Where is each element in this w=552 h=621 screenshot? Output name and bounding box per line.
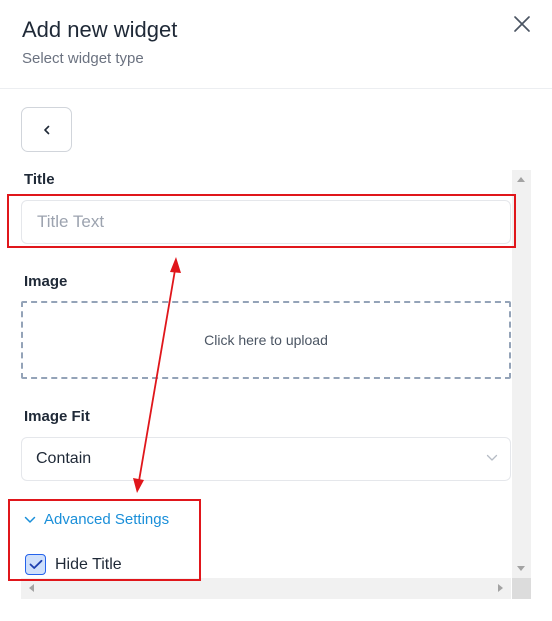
back-button[interactable] xyxy=(21,107,72,152)
scroll-left-arrow-icon[interactable] xyxy=(29,584,34,592)
scrollbar-corner xyxy=(512,578,531,599)
upload-text: Click here to upload xyxy=(204,332,328,348)
chevron-down-icon xyxy=(24,516,36,523)
vertical-scrollbar[interactable] xyxy=(512,170,531,578)
header-divider xyxy=(0,88,552,89)
hide-title-label: Hide Title xyxy=(55,555,122,573)
image-upload-dropzone[interactable]: Click here to upload xyxy=(21,301,511,379)
modal-title: Add new widget xyxy=(22,17,178,42)
chevron-left-icon xyxy=(43,125,49,134)
advanced-settings-toggle[interactable]: Advanced Settings xyxy=(24,511,169,528)
title-input[interactable] xyxy=(21,200,511,244)
chevron-down-icon xyxy=(486,454,498,461)
checkbox[interactable] xyxy=(25,554,46,575)
close-icon[interactable] xyxy=(512,14,532,34)
hide-title-checkbox[interactable]: Hide Title xyxy=(25,554,122,575)
advanced-settings-label: Advanced Settings xyxy=(44,511,170,528)
image-label: Image xyxy=(24,273,68,290)
image-fit-label: Image Fit xyxy=(24,408,90,425)
title-label: Title xyxy=(24,171,55,188)
horizontal-scrollbar[interactable] xyxy=(21,578,511,599)
scroll-down-arrow-icon[interactable] xyxy=(517,566,525,571)
modal-subtitle: Select widget type xyxy=(22,50,144,67)
image-fit-value: Contain xyxy=(36,450,92,467)
scroll-up-arrow-icon[interactable] xyxy=(517,177,525,182)
image-fit-select[interactable]: Contain xyxy=(21,437,511,481)
scroll-right-arrow-icon[interactable] xyxy=(498,584,503,592)
check-icon xyxy=(29,559,42,569)
